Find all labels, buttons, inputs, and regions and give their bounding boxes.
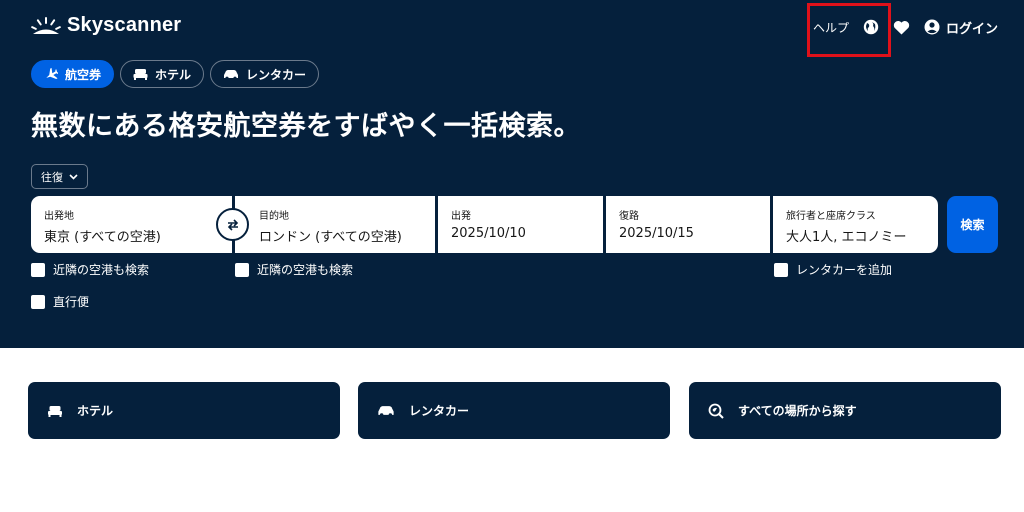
destination-value: ロンドン (すべての空港) xyxy=(259,230,402,245)
direct-flights-label: 直行便 xyxy=(53,295,90,309)
page-headline: 無数にある格安航空券をすばやく一括検索。 xyxy=(31,111,581,142)
hero-section: Skyscanner ヘルプ ログイン 航空券 ホテル レンタカー 無数にある格… xyxy=(0,0,1024,348)
checkbox-box[interactable] xyxy=(774,262,788,277)
tab-car-hire[interactable]: レンタカー xyxy=(210,60,320,88)
user-icon xyxy=(924,19,940,35)
depart-value: 2025/10/10 xyxy=(451,226,526,241)
explore-card-label: すべての場所から探す xyxy=(738,404,857,418)
origin-value: 東京 (すべての空港) xyxy=(44,230,161,245)
origin-label: 出発地 xyxy=(44,211,74,222)
chevron-down-icon xyxy=(69,173,78,180)
login-button[interactable]: ログイン xyxy=(924,18,998,37)
swap-button[interactable] xyxy=(216,208,249,241)
skyscanner-logo[interactable]: Skyscanner xyxy=(31,14,181,37)
nearby-destination-label: 近隣の空港も検索 xyxy=(257,263,354,277)
hotels-card[interactable]: ホテル xyxy=(28,382,340,439)
destination-label: 目的地 xyxy=(259,211,289,222)
car-icon xyxy=(378,405,394,417)
return-date-field[interactable]: 復路 2025/10/15 xyxy=(606,196,770,253)
return-value: 2025/10/15 xyxy=(619,226,694,241)
nearby-origin-label: 近隣の空港も検索 xyxy=(53,263,150,277)
trip-type-value: 往復 xyxy=(41,170,63,184)
add-car-label: レンタカーを追加 xyxy=(796,263,893,277)
nearby-destination-checkbox[interactable]: 近隣の空港も検索 xyxy=(235,261,353,278)
return-label: 復路 xyxy=(619,211,639,222)
travellers-label: 旅行者と座席クラス xyxy=(786,211,876,222)
search-button[interactable]: 検索 xyxy=(947,196,998,253)
car-hire-card-label: レンタカー xyxy=(409,404,470,418)
checkbox-box[interactable] xyxy=(235,262,249,277)
bed-icon xyxy=(133,69,148,80)
tab-hotels[interactable]: ホテル xyxy=(120,60,205,88)
product-tabs: 航空券 ホテル レンタカー xyxy=(31,60,320,88)
origin-field[interactable]: 出発地 東京 (すべての空港) xyxy=(31,196,232,253)
car-icon xyxy=(224,69,239,80)
travellers-field[interactable]: 旅行者と座席クラス 大人1人, エコノミー xyxy=(773,196,938,253)
destination-field[interactable]: 目的地 ロンドン (すべての空港) xyxy=(235,196,435,253)
plane-icon xyxy=(46,67,58,80)
car-hire-card[interactable]: レンタカー xyxy=(358,382,670,439)
brand-name: Skyscanner xyxy=(67,14,182,36)
trip-type-select[interactable]: 往復 xyxy=(31,164,88,189)
hotels-card-label: ホテル xyxy=(77,404,114,418)
nearby-origin-checkbox[interactable]: 近隣の空港も検索 xyxy=(31,261,149,278)
tab-flights[interactable]: 航空券 xyxy=(31,60,115,88)
explore-icon xyxy=(708,403,724,419)
sunrise-logo-icon xyxy=(31,16,61,34)
tab-hotels-label: ホテル xyxy=(155,67,192,82)
checkbox-box[interactable] xyxy=(31,262,45,277)
add-car-checkbox[interactable]: レンタカーを追加 xyxy=(774,261,892,278)
depart-label: 出発 xyxy=(451,211,471,222)
tab-car-hire-label: レンタカー xyxy=(246,67,307,82)
tab-flights-label: 航空券 xyxy=(65,67,102,82)
highlight-annotation xyxy=(807,3,891,57)
swap-icon xyxy=(227,218,238,231)
explore-everywhere-card[interactable]: すべての場所から探す xyxy=(689,382,1001,439)
depart-date-field[interactable]: 出発 2025/10/10 xyxy=(438,196,603,253)
travellers-value: 大人1人, エコノミー xyxy=(786,230,907,245)
direct-flights-checkbox[interactable]: 直行便 xyxy=(31,293,89,310)
heart-icon[interactable] xyxy=(893,20,910,35)
checkbox-box[interactable] xyxy=(31,294,45,309)
login-label: ログイン xyxy=(945,21,998,37)
bed-icon xyxy=(48,405,62,417)
